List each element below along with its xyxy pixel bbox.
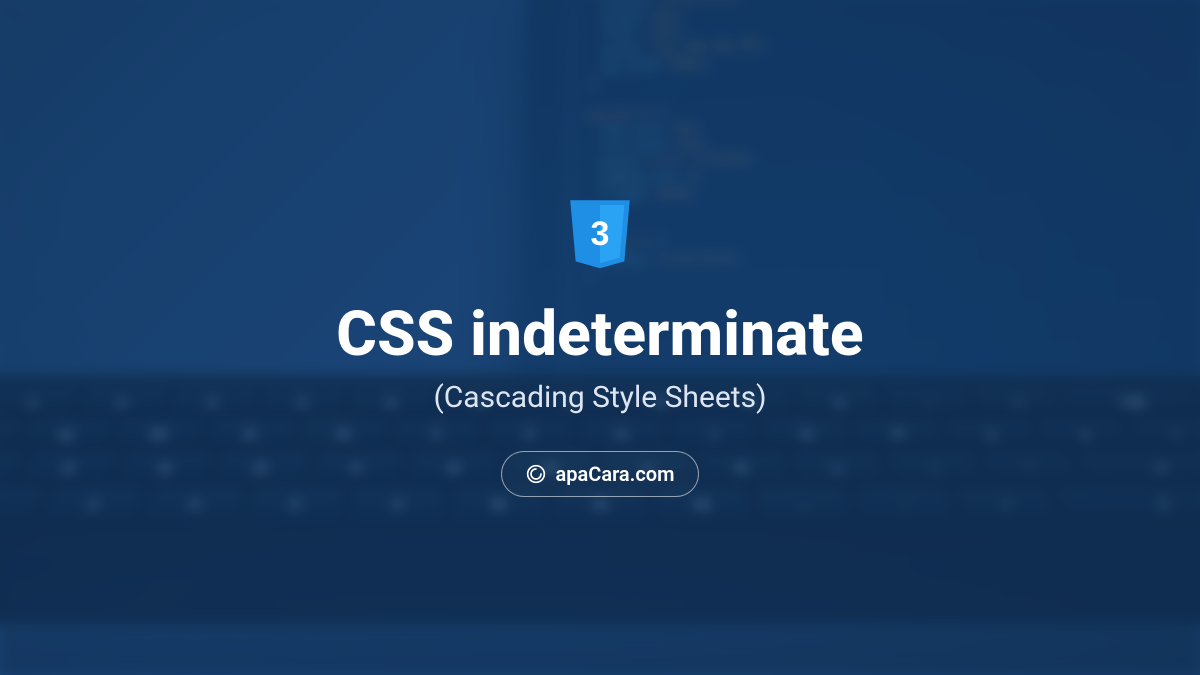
brand-badge: apaCara.com [501, 451, 700, 497]
brand-text: apaCara.com [556, 462, 675, 486]
css3-icon: 3 [566, 200, 634, 278]
page-subtitle: (Cascading Style Sheets) [433, 380, 766, 415]
css3-glyph: 3 [591, 215, 610, 253]
hero-banner: 2462472482492502512522532542552562572582… [0, 0, 1200, 675]
hero-content: 3 CSS indeterminate (Cascading Style She… [0, 0, 1200, 675]
brand-logo-icon [526, 464, 546, 484]
page-title: CSS indeterminate [336, 302, 863, 368]
